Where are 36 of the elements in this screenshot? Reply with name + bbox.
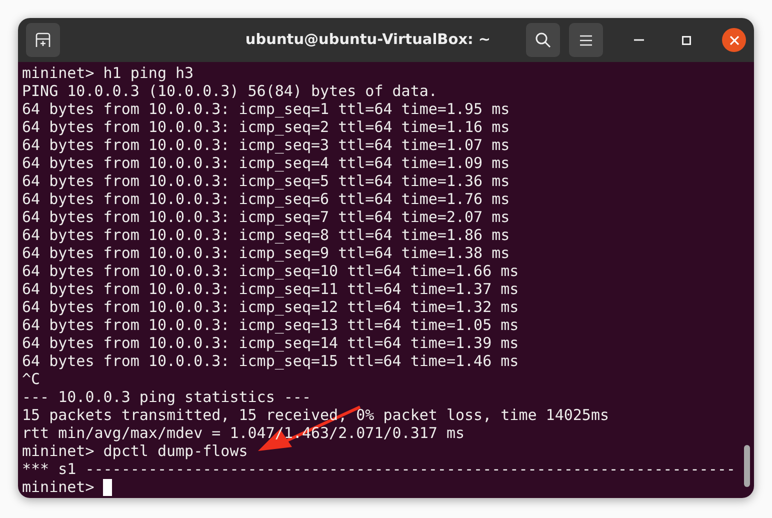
terminal-line: ^C (22, 370, 40, 388)
terminal-line: 64 bytes from 10.0.0.3: icmp_seq=8 ttl=64 time=1.86 ms (22, 226, 510, 244)
close-button[interactable] (722, 28, 746, 52)
terminal-line: 64 bytes from 10.0.0.3: icmp_seq=9 ttl=64 time=1.38 ms (22, 244, 510, 262)
terminal-line: 64 bytes from 10.0.0.3: icmp_seq=10 ttl=64 time=1.66 ms (22, 262, 519, 280)
terminal-line: PING 10.0.0.3 (10.0.0.3) 56(84) bytes of data. (22, 82, 438, 100)
terminal-line: 15 packets transmitted, 15 received, 0% packet loss, time 14025ms (22, 406, 609, 424)
terminal-line: mininet> dpctl dump-flows (22, 442, 248, 460)
new-tab-icon (35, 32, 51, 48)
terminal-line: 64 bytes from 10.0.0.3: icmp_seq=12 ttl=64 time=1.32 ms (22, 298, 519, 316)
terminal-line: 64 bytes from 10.0.0.3: icmp_seq=6 ttl=64 time=1.76 ms (22, 190, 510, 208)
terminal-line: *** s1 ------------------------------------------------------------------------ (22, 460, 736, 478)
terminal-line: 64 bytes from 10.0.0.3: icmp_seq=11 ttl=64 time=1.37 ms (22, 280, 519, 298)
terminal-line: 64 bytes from 10.0.0.3: icmp_seq=2 ttl=64 time=1.16 ms (22, 118, 510, 136)
terminal-line: mininet> h1 ping h3 (22, 64, 194, 82)
terminal-line: 64 bytes from 10.0.0.3: icmp_seq=7 ttl=64 time=2.07 ms (22, 208, 510, 226)
scrollbar-thumb[interactable] (744, 445, 750, 487)
menu-icon (580, 34, 592, 46)
window-title: ubuntu@ubuntu-VirtualBox: ~ (244, 32, 492, 48)
terminal-line: 64 bytes from 10.0.0.3: icmp_seq=3 ttl=64 time=1.07 ms (22, 136, 510, 154)
minimize-icon (634, 39, 644, 41)
terminal-line: 64 bytes from 10.0.0.3: icmp_seq=13 ttl=64 time=1.05 ms (22, 316, 519, 334)
terminal-line: 64 bytes from 10.0.0.3: icmp_seq=14 ttl=64 time=1.39 ms (22, 334, 519, 352)
terminal-line: 64 bytes from 10.0.0.3: icmp_seq=4 ttl=64 time=1.09 ms (22, 154, 510, 172)
terminal-line: --- 10.0.0.3 ping statistics --- (22, 388, 311, 406)
maximize-icon (682, 36, 690, 44)
terminal-line: 64 bytes from 10.0.0.3: icmp_seq=5 ttl=64 time=1.36 ms (22, 172, 510, 190)
text-cursor (103, 478, 112, 496)
close-icon (730, 36, 738, 44)
terminal-line: 64 bytes from 10.0.0.3: icmp_seq=15 ttl=64 time=1.46 ms (22, 352, 519, 370)
search-button[interactable] (526, 23, 560, 57)
terminal-line: 64 bytes from 10.0.0.3: icmp_seq=1 ttl=64 time=1.95 ms (22, 100, 510, 118)
search-icon (535, 32, 551, 48)
terminal-prompt: mininet> (22, 478, 94, 496)
menu-button[interactable] (569, 23, 603, 57)
new-tab-button[interactable] (26, 23, 60, 57)
